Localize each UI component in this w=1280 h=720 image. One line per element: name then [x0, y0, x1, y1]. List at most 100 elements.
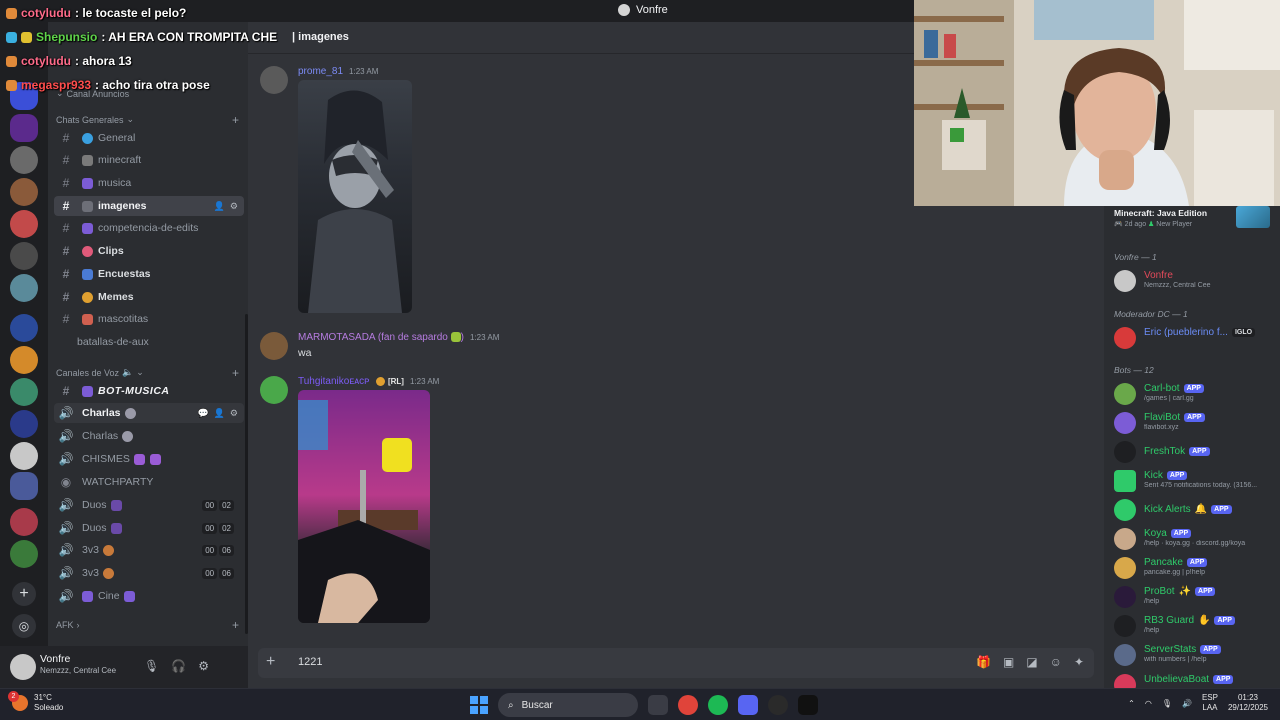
- voice-channel-charlas[interactable]: 🔊 Charlas: [54, 426, 244, 446]
- chevron-up-icon[interactable]: ⌃: [1128, 699, 1135, 708]
- gif-icon[interactable]: ▣: [1003, 655, 1014, 669]
- channel-clips[interactable]: # Clips: [54, 241, 244, 261]
- member-item[interactable]: FreshTok APP: [1112, 439, 1276, 465]
- category-afk[interactable]: AFK › +: [56, 618, 239, 632]
- emoji-picker-icon[interactable]: ☺: [1050, 655, 1062, 669]
- add-channel-icon[interactable]: +: [232, 113, 239, 127]
- server-icon[interactable]: [10, 314, 38, 342]
- member-name: Koya: [1144, 528, 1167, 539]
- channel-competencia-de-edits[interactable]: # competencia-de-edits: [54, 218, 244, 238]
- headphones-icon[interactable]: 🎧: [171, 659, 186, 673]
- author-name[interactable]: MARMOTASADA (fan de sapardo: [298, 332, 448, 343]
- server-icon[interactable]: [10, 442, 38, 470]
- server-icon[interactable]: [10, 178, 38, 206]
- apps-icon[interactable]: ✦: [1074, 655, 1084, 669]
- author-avatar[interactable]: [260, 66, 288, 94]
- file-explorer-icon[interactable]: [648, 695, 668, 715]
- chrome-icon[interactable]: [678, 695, 698, 715]
- voice-channel-duos[interactable]: 🔊 Duos 00 02: [54, 518, 244, 538]
- tiktok-icon[interactable]: [798, 695, 818, 715]
- volume-icon[interactable]: 🔊: [1182, 699, 1192, 708]
- member-item[interactable]: ServerStats APP with numbers | /help: [1112, 642, 1276, 668]
- voice-channel-duos[interactable]: 🔊 Duos 00 02: [54, 495, 244, 515]
- gear-icon[interactable]: ⚙: [230, 201, 238, 212]
- category-canales-de-voz[interactable]: Canales de Voz 🔈 ⌄ +: [56, 366, 239, 380]
- server-icon[interactable]: [10, 410, 38, 438]
- obs-icon[interactable]: [768, 695, 788, 715]
- channel-mascotitas[interactable]: # mascotitas: [54, 309, 244, 329]
- chat-bubble-icon[interactable]: 💬: [197, 408, 208, 419]
- discover-icon[interactable]: ◎: [12, 614, 36, 638]
- channel-encuestas[interactable]: # Encuestas: [54, 264, 244, 284]
- wifi-icon[interactable]: ◠: [1145, 699, 1152, 708]
- settings-gear-icon[interactable]: ⚙: [198, 659, 209, 673]
- voice-channel-chismes[interactable]: 🔊 CHISMES: [54, 449, 244, 469]
- member-item[interactable]: FlaviBot APP flavibot.xyz: [1112, 410, 1276, 436]
- window-title-text: Vonfre: [636, 4, 668, 16]
- member-name: Eric (pueblerino f...: [1144, 327, 1228, 338]
- server-icon[interactable]: [10, 346, 38, 374]
- server-icon[interactable]: [10, 378, 38, 406]
- system-clock[interactable]: 01:23 29/12/2025: [1228, 693, 1268, 713]
- channel-general[interactable]: # General: [54, 128, 244, 148]
- member-item[interactable]: Carl-bot APP /games | carl.gg: [1112, 381, 1276, 407]
- stage-channel-watchparty[interactable]: ◉ WATCHPARTY: [54, 472, 244, 492]
- language-indicator[interactable]: ESP LAA: [1202, 693, 1218, 713]
- add-channel-icon[interactable]: +: [232, 618, 239, 632]
- server-icon[interactable]: [10, 146, 38, 174]
- voice-channel-3v3[interactable]: 🔊 3v3 00 06: [54, 563, 244, 583]
- member-item[interactable]: Kick APP Sent 475 notifications today. (3…: [1112, 468, 1276, 494]
- channel-batallas-de-aux[interactable]: batallas-de-aux: [54, 332, 244, 352]
- gear-icon[interactable]: ⚙: [230, 408, 238, 419]
- member-item[interactable]: Vonfre Nemzzz, Central Cee: [1112, 268, 1276, 294]
- member-item[interactable]: ProBot ✨ APP /help: [1112, 584, 1276, 610]
- member-item[interactable]: UnbelievaBoat APP: [1112, 672, 1276, 688]
- server-icon[interactable]: [10, 508, 38, 536]
- member-item[interactable]: Kick Alerts 🔔 APP: [1112, 497, 1276, 523]
- author-avatar[interactable]: [260, 376, 288, 404]
- discord-icon[interactable]: [738, 695, 758, 715]
- invite-icon[interactable]: 👤: [214, 201, 225, 212]
- weather-widget[interactable]: 2 31°C Soleado: [8, 691, 63, 713]
- author-name[interactable]: Tuhgitanikoᴇᴀᴄᴘ: [298, 376, 369, 387]
- add-server-icon[interactable]: +: [12, 582, 36, 606]
- channel-musica[interactable]: # musica: [54, 173, 244, 193]
- server-icon[interactable]: [10, 242, 38, 270]
- spotify-icon[interactable]: [708, 695, 728, 715]
- member-item[interactable]: Eric (pueblerino f... IGLO: [1112, 325, 1276, 351]
- add-attachment-icon[interactable]: +: [266, 653, 275, 671]
- channel-memes[interactable]: # Memes: [54, 287, 244, 307]
- author-avatar[interactable]: [260, 332, 288, 360]
- sticker-icon[interactable]: ◪: [1026, 655, 1037, 669]
- voice-channel-charlas[interactable]: 🔊 Charlas 💬 👤 ⚙: [54, 403, 244, 423]
- server-icon[interactable]: [10, 210, 38, 238]
- microphone-icon[interactable]: 🎙: [1162, 699, 1172, 708]
- add-channel-icon[interactable]: +: [232, 366, 239, 380]
- server-icon[interactable]: [10, 274, 38, 302]
- author-name[interactable]: prome_81: [298, 66, 343, 77]
- member-item[interactable]: Koya APP /help · koya.gg · discord.gg/koy…: [1112, 526, 1276, 552]
- member-item[interactable]: Pancake APP pancake.gg | p!help: [1112, 555, 1276, 581]
- taskbar-search[interactable]: ⌕ Buscar: [498, 693, 638, 717]
- member-item[interactable]: RB3 Guard ✋ APP /help: [1112, 613, 1276, 639]
- server-icon[interactable]: [10, 114, 38, 142]
- webcam-overlay: [914, 0, 1280, 206]
- category-chats-generales[interactable]: Chats Generales ⌄ +: [56, 113, 239, 127]
- microphone-icon[interactable]: 🎙: [144, 659, 159, 673]
- gift-icon[interactable]: 🎁: [976, 655, 991, 669]
- activity-card[interactable]: Minecraft: Java Edition 🎮 2d ago ♟ New P…: [1114, 208, 1207, 228]
- server-folder[interactable]: [10, 472, 38, 500]
- channel-imagenes[interactable]: # imagenes 👤 ⚙: [54, 196, 244, 216]
- voice-channel-3v3[interactable]: 🔊 3v3 00 06: [54, 540, 244, 560]
- channel-bot-musica[interactable]: # BOT-MUSICA: [54, 381, 244, 401]
- invite-icon[interactable]: 👤: [214, 408, 225, 419]
- image-attachment[interactable]: [298, 80, 412, 313]
- voice-channel-cine[interactable]: 🔊 Cine: [54, 586, 244, 606]
- channel-minecraft[interactable]: # minecraft: [54, 150, 244, 170]
- composer-input[interactable]: 1221: [298, 656, 322, 668]
- windows-start-icon[interactable]: [470, 696, 488, 714]
- image-attachment[interactable]: [298, 390, 430, 623]
- user-avatar[interactable]: [10, 654, 36, 680]
- message-composer[interactable]: + 1221 🎁 ▣ ◪ ☺ ✦: [258, 648, 1094, 678]
- server-icon[interactable]: [10, 540, 38, 568]
